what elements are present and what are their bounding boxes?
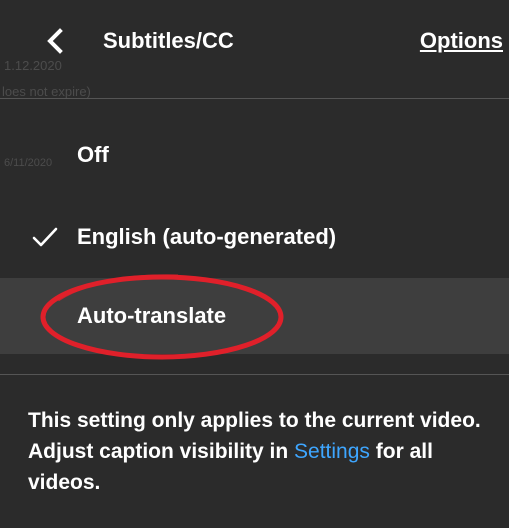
- background-date-text-2: 6/11/2020: [4, 157, 53, 169]
- chevron-left-icon: [47, 28, 63, 54]
- menu-item-label: English (auto-generated): [77, 224, 337, 249]
- menu-item-label: Auto-translate: [77, 303, 227, 328]
- menu-item-auto-translate[interactable]: Auto-translate: [0, 278, 509, 354]
- settings-link[interactable]: Settings: [294, 440, 370, 463]
- menu-item-english-auto-generated[interactable]: English (auto-generated): [0, 199, 509, 275]
- checkmark-icon: [32, 227, 58, 247]
- header-divider: [0, 98, 509, 99]
- menu-header: Subtitles/CC Options: [0, 0, 509, 98]
- menu-divider: [0, 374, 509, 375]
- subtitles-menu-panel: 1.12.2020 loes not expire) Subtitles/CC …: [0, 0, 509, 528]
- menu-item-label: Off: [77, 142, 109, 167]
- menu-title: Subtitles/CC: [103, 28, 234, 53]
- menu-item-off[interactable]: 6/11/2020 Off: [0, 117, 509, 193]
- back-button[interactable]: [30, 18, 80, 64]
- caption-info-text: This setting only applies to the current…: [28, 405, 488, 498]
- options-link[interactable]: Options: [420, 28, 503, 54]
